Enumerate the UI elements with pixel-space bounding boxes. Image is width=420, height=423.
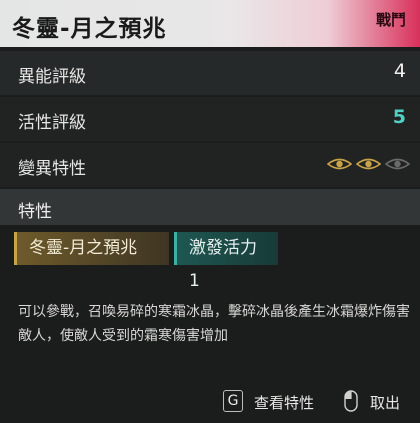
eye-icon bbox=[356, 158, 381, 170]
eye-icon bbox=[327, 158, 352, 170]
stat-row-ability-rank: 異能評級 4 bbox=[0, 51, 420, 95]
mouse-icon bbox=[344, 390, 358, 412]
stat-row-activity-rank: 活性評級 5 bbox=[0, 97, 420, 141]
item-title: 冬靈-月之預兆 bbox=[12, 16, 167, 42]
mutation-level-indicator bbox=[327, 157, 410, 171]
header-bar: 冬靈-月之預兆 戰鬥 bbox=[0, 0, 420, 47]
stat-label: 變異特性 bbox=[18, 159, 86, 179]
key-g-icon: G bbox=[223, 390, 243, 412]
trait-chip-primary[interactable]: 冬靈-月之預兆 bbox=[14, 232, 169, 265]
stat-row-mutation-trait: 變異特性 bbox=[0, 143, 420, 187]
remove-button[interactable]: 取出 bbox=[370, 392, 400, 413]
view-traits-button[interactable]: 查看特性 bbox=[254, 392, 314, 413]
section-label: 特性 bbox=[18, 202, 52, 222]
trait-description: 可以參戰，召喚易碎的寒霜冰晶，擊碎冰晶後產生冰霜爆炸傷害敵人，使敵人受到的霜寒傷… bbox=[18, 304, 410, 344]
stat-value: 5 bbox=[392, 106, 406, 128]
trait-chips: 冬靈-月之預兆 激發活力1 bbox=[14, 232, 278, 291]
traits-section-header: 特性 bbox=[0, 189, 420, 225]
eye-icon-empty bbox=[385, 158, 410, 170]
stat-label: 異能評級 bbox=[18, 67, 86, 87]
stat-label: 活性評級 bbox=[18, 113, 86, 133]
stat-value: 4 bbox=[393, 60, 406, 82]
trait-chip-secondary[interactable]: 激發活力1 bbox=[174, 232, 278, 291]
footer-actions: G 查看特性 取出 bbox=[0, 382, 420, 423]
category-tag: 戰鬥 bbox=[375, 11, 406, 29]
